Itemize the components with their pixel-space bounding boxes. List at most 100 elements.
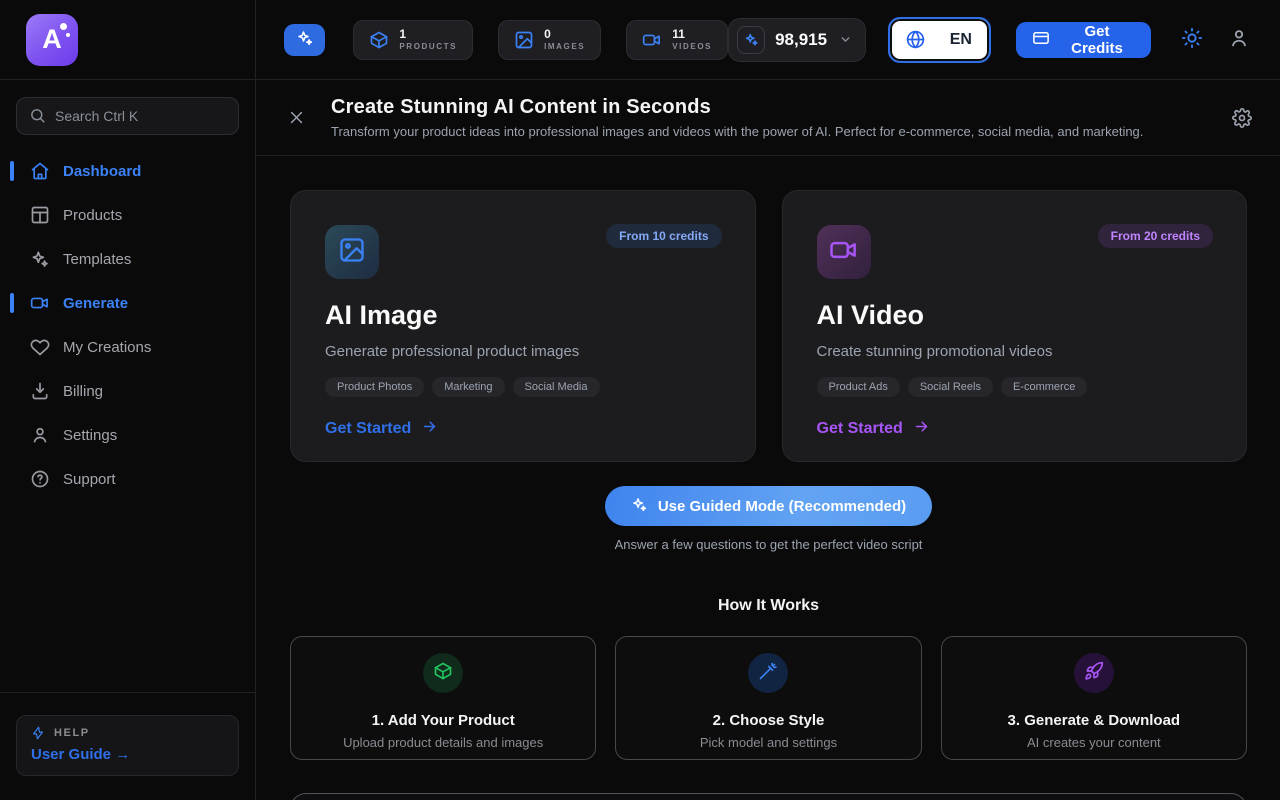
video-camera-icon [642,30,662,50]
tag: E-commerce [1001,377,1087,397]
page-header: Create Stunning AI Content in Seconds Tr… [256,80,1280,156]
user-guide-link[interactable]: User Guide → [31,746,224,763]
logo-sparkle-dot [66,33,70,37]
sidebar-item-billing[interactable]: Billing [0,369,255,413]
language-selector[interactable]: EN [888,17,991,63]
products-label: PRODUCTS [399,42,457,51]
video-camera-icon [30,293,50,313]
lightning-bolt-icon [31,726,45,740]
sidebar-item-label: Templates [63,251,131,268]
sidebar-item-generate[interactable]: Generate [0,281,255,325]
sidebar-search [16,97,239,135]
user-icon [30,425,50,445]
arrow-right-icon [913,418,930,440]
guided-mode-button[interactable]: Use Guided Mode (Recommended) [605,486,932,526]
topbar: 1 PRODUCTS 0 IMAGES [256,0,1280,80]
credits-dropdown[interactable]: 98,915 [728,18,866,62]
partial-card-below-fold [290,793,1247,800]
sparkles-icon [296,29,314,50]
content: From 10 credits AI Image Generate profes… [256,156,1280,800]
images-count: 0 [544,28,585,42]
sidebar-item-label: Generate [63,295,128,312]
ai-video-tile [817,225,871,279]
heart-icon [30,337,50,357]
guided-mode-label: Use Guided Mode (Recommended) [658,498,906,515]
user-icon [1228,27,1250,52]
images-label: IMAGES [544,42,585,51]
arrow-right-icon [421,418,438,440]
guided-mode-caption: Answer a few questions to get the perfec… [615,537,923,552]
language-code: EN [950,31,972,49]
step-choose-style: 2. Choose Style Pick model and settings [615,636,921,760]
sparkles-icon [631,496,648,517]
stat-videos[interactable]: 11 VIDEOS [626,20,728,60]
video-camera-icon [829,235,859,270]
main-area: 1 PRODUCTS 0 IMAGES [256,0,1280,800]
sidebar-item-dashboard[interactable]: Dashboard [0,149,255,193]
credits-badge: From 20 credits [1098,224,1213,248]
sidebar-item-products[interactable]: Products [0,193,255,237]
credit-card-icon [1032,29,1050,51]
tag: Marketing [432,377,504,397]
step-icon-circle [423,653,463,693]
card-description: Create stunning promotional videos [817,343,1213,360]
search-input[interactable] [16,97,239,135]
get-started-label: Get Started [325,420,411,438]
step-description: Pick model and settings [700,735,837,750]
sidebar-item-templates[interactable]: Templates [0,237,255,281]
sidebar-item-support[interactable]: Support [0,457,255,501]
sidebar-nav: Dashboard Products Templates Generate [0,149,255,501]
guided-mode-section: Use Guided Mode (Recommended) Answer a f… [290,462,1247,552]
profile-button[interactable] [1228,27,1250,52]
step-title: 1. Add Your Product [372,712,515,729]
download-icon [30,381,50,401]
page-title: Create Stunning AI Content in Seconds [331,96,1143,119]
theme-toggle-button[interactable] [1181,27,1203,52]
tag: Product Photos [325,377,424,397]
image-icon [338,236,366,269]
app-window: A Dashboard Products [0,0,1280,800]
sidebar-item-label: Dashboard [63,163,141,180]
ai-sparkle-button[interactable] [284,24,325,56]
close-icon[interactable] [284,105,309,130]
sidebar-item-label: My Creations [63,339,151,356]
ai-image-card[interactable]: From 10 credits AI Image Generate profes… [290,190,756,462]
videos-count: 11 [672,28,712,42]
ai-video-card[interactable]: From 20 credits AI Video Create stunning… [782,190,1248,462]
card-description: Generate professional product images [325,343,721,360]
logo-sparkle-dot [60,23,67,30]
sidebar-item-my-creations[interactable]: My Creations [0,325,255,369]
page-subtitle: Transform your product ideas into profes… [331,124,1143,139]
gear-icon[interactable] [1232,108,1252,128]
chevron-down-icon [839,33,852,46]
help-card: HELP User Guide → [16,715,239,776]
sidebar-item-label: Products [63,207,122,224]
tag-row: Product Ads Social Reels E-commerce [817,377,1213,397]
get-started-video-link[interactable]: Get Started [817,418,1213,440]
get-credits-button[interactable]: Get Credits [1016,22,1151,58]
sun-icon [1181,27,1203,52]
sidebar-help-section: HELP User Guide → [0,692,255,800]
stat-images[interactable]: 0 IMAGES [498,20,601,60]
sidebar-item-settings[interactable]: Settings [0,413,255,457]
step-title: 2. Choose Style [713,712,825,729]
stat-products[interactable]: 1 PRODUCTS [353,20,473,60]
products-count: 1 [399,28,457,42]
step-icon-circle [748,653,788,693]
how-it-works-heading: How It Works [290,597,1247,615]
credits-sparkles-icon [737,26,765,54]
step-description: Upload product details and images [343,735,543,750]
help-circle-icon [30,469,50,489]
card-title: AI Video [817,300,1213,331]
sidebar-item-label: Support [63,471,116,488]
get-started-image-link[interactable]: Get Started [325,418,721,440]
home-icon [30,161,50,181]
how-it-works-steps: 1. Add Your Product Upload product detai… [290,636,1247,760]
globe-icon [905,29,926,50]
stats-group: 1 PRODUCTS 0 IMAGES [353,20,728,60]
magic-wand-icon [758,661,778,686]
app-logo[interactable]: A [26,14,78,66]
ai-image-tile [325,225,379,279]
cube-icon [369,30,389,50]
tag: Social Reels [908,377,993,397]
